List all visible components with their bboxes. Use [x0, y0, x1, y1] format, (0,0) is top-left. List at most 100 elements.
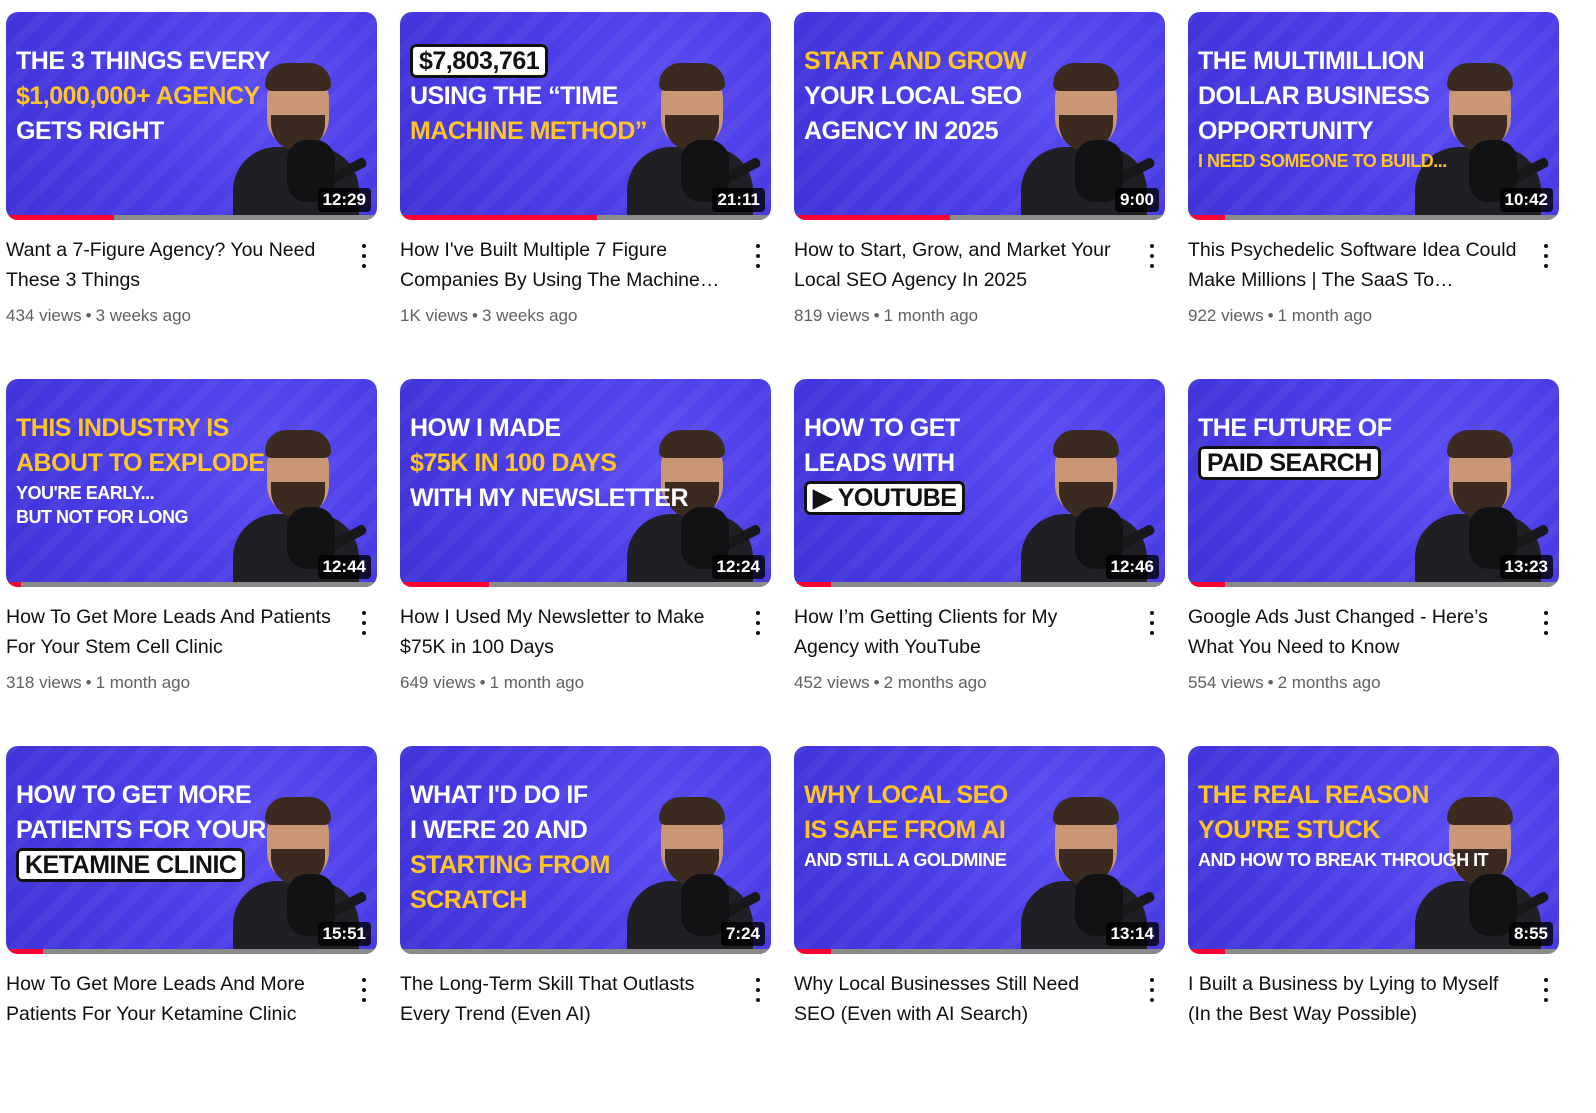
more-options-icon[interactable]: [356, 609, 372, 637]
thumbnail-text-line: HOW TO GET MORE: [16, 781, 252, 809]
video-thumbnail[interactable]: HOW I MADE $75K IN 100 DAYS WITH MY NEWSLE…: [400, 379, 771, 587]
thumbnail-text-line: AND HOW TO BREAK THROUGH IT: [1198, 850, 1489, 870]
video-title[interactable]: This Psychedelic Software Idea Could Mak…: [1188, 236, 1518, 295]
video-thumbnail[interactable]: $7,803,761 USING THE “TIME MACHINE METHOD”…: [400, 12, 771, 220]
video-card[interactable]: START AND GROW YOUR LOCAL SEO AGENCY IN 20…: [794, 12, 1165, 379]
video-meta: 554 views • 2 months ago: [1188, 673, 1381, 693]
thumbnail-text-line: $1,000,000+ AGENCY: [16, 82, 260, 110]
video-thumbnail[interactable]: HOW TO GET MORE PATIENTS FOR YOUR KETAMINE…: [6, 746, 377, 954]
more-options-icon[interactable]: [1144, 976, 1160, 1004]
view-count: 318 views: [6, 673, 82, 692]
more-options-icon[interactable]: [1538, 609, 1554, 637]
more-options-icon[interactable]: [356, 976, 372, 1004]
video-thumbnail[interactable]: WHAT I'D DO IF I WERE 20 AND STARTING FROM…: [400, 746, 771, 954]
separator-dot: •: [85, 306, 92, 325]
video-title[interactable]: The Long-Term Skill That Outlasts Every …: [400, 970, 730, 1029]
view-count: 554 views: [1188, 673, 1264, 692]
thumbnail-text-line: LEADS WITH: [804, 449, 955, 477]
video-thumbnail[interactable]: HOW TO GET LEADS WITH ▶ YouTube 12:46: [794, 379, 1165, 587]
thumbnail-text-line: WHY LOCAL SEO: [804, 781, 1008, 809]
video-title[interactable]: Google Ads Just Changed - Here’s What Yo…: [1188, 603, 1518, 662]
video-card[interactable]: $7,803,761 USING THE “TIME MACHINE METHOD”…: [400, 12, 771, 379]
video-thumbnail[interactable]: WHY LOCAL SEO IS SAFE FROM AI AND STILL A …: [794, 746, 1165, 954]
watch-progress-bar: [1188, 215, 1559, 220]
video-title[interactable]: How I've Built Multiple 7 Figure Compani…: [400, 236, 730, 295]
video-title[interactable]: How to Start, Grow, and Market Your Loca…: [794, 236, 1124, 295]
view-count: 452 views: [794, 673, 870, 692]
more-options-icon[interactable]: [356, 242, 372, 270]
watch-progress-bar: [400, 215, 771, 220]
watch-progress-bar: [794, 949, 1165, 954]
video-title[interactable]: I Built a Business by Lying to Myself (I…: [1188, 970, 1518, 1029]
view-count: 649 views: [400, 673, 476, 692]
watch-progress-fill: [6, 582, 21, 587]
watch-progress-fill: [1188, 582, 1226, 587]
thumbnail-text-line: PATIENTS FOR YOUR: [16, 816, 266, 844]
video-card[interactable]: HOW I MADE $75K IN 100 DAYS WITH MY NEWSLE…: [400, 379, 771, 746]
more-options-icon[interactable]: [1144, 609, 1160, 637]
video-meta: 922 views • 1 month ago: [1188, 306, 1372, 326]
video-card[interactable]: HOW TO GET LEADS WITH ▶ YouTube 12:46 How I’…: [794, 379, 1165, 746]
thumbnail-text-line: PAID SEARCH: [1198, 446, 1381, 480]
thumbnail-text-line: IS SAFE FROM AI: [804, 816, 1006, 844]
video-grid: THE 3 THINGS EVERY $1,000,000+ AGENCY GETS…: [6, 12, 1559, 1113]
thumbnail-text-line: WITH MY NEWSLETTER: [410, 484, 689, 512]
video-thumbnail[interactable]: THE 3 THINGS EVERY $1,000,000+ AGENCY GETS…: [6, 12, 377, 220]
thumbnail-text: THE 3 THINGS EVERY $1,000,000+ AGENCY GETS…: [16, 44, 271, 149]
video-thumbnail[interactable]: THIS INDUSTRY IS ABOUT TO EXPLODE YOU'RE E…: [6, 379, 377, 587]
duration-badge: 12:24: [711, 555, 765, 579]
separator-dot: •: [472, 306, 478, 325]
video-meta: 452 views • 2 months ago: [794, 673, 987, 693]
view-count: 1K views: [400, 306, 469, 325]
watch-progress-bar: [6, 215, 377, 220]
video-card[interactable]: THE MULTIMILLION DOLLAR BUSINESS OPPORTUNI…: [1188, 12, 1559, 379]
thumbnail-text-line: AGENCY IN 2025: [804, 117, 999, 145]
thumbnail-text: $7,803,761 USING THE “TIME MACHINE METHOD”: [410, 44, 665, 149]
more-options-icon[interactable]: [1144, 242, 1160, 270]
more-options-icon[interactable]: [750, 976, 766, 1004]
video-card[interactable]: THIS INDUSTRY IS ABOUT TO EXPLODE YOU'RE E…: [6, 379, 377, 746]
thumbnail-text: HOW I MADE $75K IN 100 DAYS WITH MY NEWSLE…: [410, 411, 689, 516]
watch-progress-fill: [1188, 215, 1226, 220]
duration-badge: 9:00: [1114, 188, 1159, 212]
video-title[interactable]: How I’m Getting Clients for My Agency wi…: [794, 603, 1124, 662]
thumbnail-text-line: BUT NOT FOR LONG: [16, 507, 188, 527]
video-title[interactable]: Want a 7-Figure Agency? You Need These 3…: [6, 236, 336, 295]
upload-age: 3 weeks ago: [481, 306, 578, 325]
duration-badge: 10:42: [1499, 188, 1553, 212]
video-card[interactable]: THE FUTURE OF PAID SEARCH 13:23 Google Ads …: [1188, 379, 1559, 746]
more-options-icon[interactable]: [750, 242, 766, 270]
upload-age: 2 months ago: [883, 673, 987, 692]
thumbnail-text-line: GETS RIGHT: [16, 117, 164, 145]
video-thumbnail[interactable]: THE REAL REASON YOU'RE STUCK AND HOW TO BR…: [1188, 746, 1559, 954]
thumbnail-text-line: THE FUTURE OF: [1198, 414, 1392, 442]
thumbnail-text: WHAT I'D DO IF I WERE 20 AND STARTING FROM…: [410, 778, 665, 918]
thumbnail-text: THE REAL REASON YOU'RE STUCK AND HOW TO BR…: [1198, 778, 1489, 872]
video-card[interactable]: THE 3 THINGS EVERY $1,000,000+ AGENCY GETS…: [6, 12, 377, 379]
video-thumbnail[interactable]: THE MULTIMILLION DOLLAR BUSINESS OPPORTUNI…: [1188, 12, 1559, 220]
more-options-icon[interactable]: [1538, 242, 1554, 270]
separator-dot: •: [479, 673, 486, 692]
watch-progress-bar: [794, 582, 1165, 587]
thumbnail-text-line: YOU'RE STUCK: [1198, 816, 1380, 844]
duration-badge: 13:23: [1499, 555, 1553, 579]
duration-badge: 8:55: [1508, 922, 1553, 946]
video-title[interactable]: How To Get More Leads And Patients For Y…: [6, 603, 336, 662]
more-options-icon[interactable]: [1538, 976, 1554, 1004]
video-title[interactable]: How To Get More Leads And More Patients …: [6, 970, 336, 1029]
duration-badge: 12:46: [1105, 555, 1159, 579]
thumbnail-text: WHY LOCAL SEO IS SAFE FROM AI AND STILL A …: [804, 778, 1059, 872]
thumbnail-text: THE MULTIMILLION DOLLAR BUSINESS OPPORTUNI…: [1198, 44, 1453, 173]
thumbnail-text-line: DOLLAR BUSINESS: [1198, 82, 1430, 110]
upload-age: 1 month ago: [1277, 306, 1373, 325]
video-thumbnail[interactable]: START AND GROW YOUR LOCAL SEO AGENCY IN 20…: [794, 12, 1165, 220]
more-options-icon[interactable]: [750, 609, 766, 637]
video-thumbnail[interactable]: THE FUTURE OF PAID SEARCH 13:23: [1188, 379, 1559, 587]
watch-progress-bar: [794, 215, 1165, 220]
thumbnail-text-line: SCRATCH: [410, 886, 527, 914]
separator-dot: •: [1267, 673, 1274, 692]
view-count: 922 views: [1188, 306, 1264, 325]
thumbnail-text-line: ABOUT TO EXPLODE: [16, 449, 265, 477]
video-title[interactable]: Why Local Businesses Still Need SEO (Eve…: [794, 970, 1124, 1029]
video-title[interactable]: How I Used My Newsletter to Make $75K in…: [400, 603, 730, 662]
